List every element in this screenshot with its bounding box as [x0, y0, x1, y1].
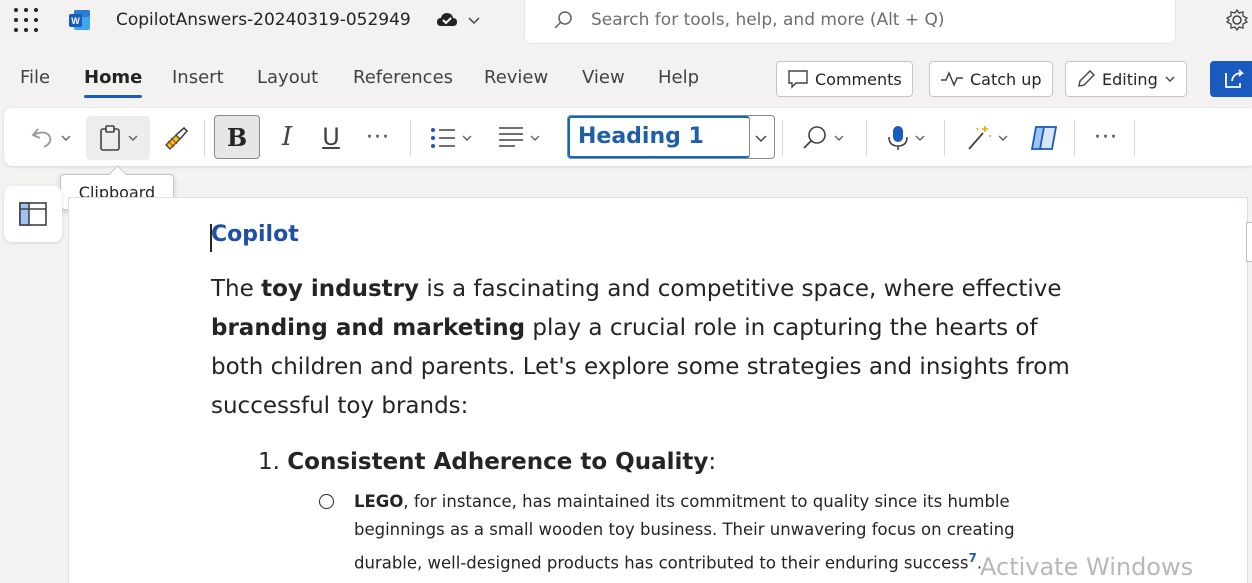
comment-icon: [788, 70, 808, 89]
editing-mode-button[interactable]: Editing: [1065, 61, 1187, 97]
align-left-icon: [499, 127, 523, 147]
style-dropdown[interactable]: Heading 1: [567, 115, 775, 159]
sub-text: , for instance, has maintained its commi…: [354, 492, 1015, 573]
scroll-handle[interactable]: [1246, 222, 1252, 262]
search-icon: [554, 11, 572, 29]
menu-tabs: File Home Insert Layout References Revie…: [0, 58, 760, 102]
citation-link[interactable]: 7: [968, 551, 976, 565]
saved-status-icon[interactable]: [436, 10, 458, 30]
chevron-down-icon: [1165, 76, 1175, 82]
sub-list-item[interactable]: LEGO, for instance, has maintained its c…: [354, 488, 1054, 578]
undo-button[interactable]: [22, 116, 80, 160]
tab-review[interactable]: Review: [484, 58, 548, 98]
tab-file[interactable]: File: [20, 58, 50, 98]
comments-button[interactable]: Comments: [776, 61, 913, 97]
title-bar: W CopilotAnswers-20240319-052949 Search …: [0, 0, 1252, 44]
catch-up-label: Catch up: [970, 69, 1042, 89]
activate-windows-watermark: Activate Windows: [980, 553, 1194, 581]
more-options-button[interactable]: ···: [1088, 115, 1124, 159]
share-icon: [1225, 69, 1245, 88]
navigation-pane-button[interactable]: [4, 186, 62, 242]
document-heading[interactable]: Copilot: [211, 222, 299, 247]
copilot-button[interactable]: [1022, 116, 1068, 160]
para-text: The: [211, 276, 262, 302]
format-painter-button[interactable]: [156, 116, 196, 160]
copilot-icon: [1030, 126, 1058, 150]
svg-text:W: W: [71, 16, 80, 26]
pencil-icon: [1078, 70, 1095, 87]
chevron-down-icon: [128, 135, 138, 141]
clipboard-button[interactable]: [86, 116, 150, 160]
editing-label: Editing: [1102, 69, 1158, 89]
bullets-button[interactable]: [422, 116, 480, 160]
microphone-icon: [888, 126, 908, 150]
para-bold: toy industry: [261, 276, 420, 302]
tab-view[interactable]: View: [582, 58, 625, 98]
para-bold: branding and marketing: [211, 315, 526, 341]
designer-button[interactable]: [956, 116, 1018, 160]
magic-wand-icon: [968, 126, 991, 150]
tab-layout[interactable]: Layout: [257, 58, 318, 98]
catch-up-button[interactable]: Catch up: [929, 61, 1053, 97]
navigation-pane-icon: [19, 202, 47, 226]
list-title: Consistent Adherence to Quality: [287, 449, 709, 475]
italic-button[interactable]: I: [270, 115, 304, 159]
tab-home[interactable]: Home: [84, 58, 143, 98]
text-cursor: [210, 224, 212, 252]
comments-label: Comments: [815, 69, 902, 89]
bulleted-list-icon: [431, 128, 455, 148]
tab-help[interactable]: Help: [658, 58, 699, 98]
gear-icon[interactable]: [1225, 8, 1249, 32]
word-logo-icon: W: [69, 10, 90, 30]
find-button[interactable]: [792, 116, 854, 160]
format-painter-icon: [165, 126, 189, 150]
style-value[interactable]: Heading 1: [568, 116, 750, 158]
intro-paragraph[interactable]: The toy industry is a fascinating and co…: [211, 270, 1091, 426]
chevron-down-icon: [998, 135, 1008, 141]
tab-references[interactable]: References: [353, 58, 453, 98]
activity-icon: [941, 71, 963, 87]
chevron-down-icon: [61, 135, 71, 141]
app-launcher-icon[interactable]: [14, 8, 38, 32]
list-colon: :: [708, 449, 717, 475]
chevron-down-icon: [834, 135, 844, 141]
bold-button[interactable]: B: [214, 115, 260, 159]
chevron-down-icon[interactable]: [466, 12, 482, 28]
search-icon: [803, 126, 826, 149]
more-font-options-button[interactable]: ···: [360, 115, 396, 159]
chevron-down-icon[interactable]: [754, 131, 768, 145]
ribbon-toolbar: B I U ··· Heading 1 ···: [4, 108, 1252, 166]
document-title[interactable]: CopilotAnswers-20240319-052949: [116, 9, 411, 31]
chevron-down-icon: [462, 135, 472, 141]
search-placeholder: Search for tools, help, and more (Alt + …: [591, 10, 945, 30]
sub-bullet: [319, 494, 334, 509]
list-number: 1.: [258, 449, 280, 475]
list-item[interactable]: 1. Consistent Adherence to Quality:: [258, 446, 716, 478]
sub-bold: LEGO: [354, 492, 404, 511]
tab-insert[interactable]: Insert: [172, 58, 224, 98]
dictate-button[interactable]: [878, 116, 934, 160]
para-text: is a fascinating and competitive space, …: [419, 276, 1062, 302]
share-button[interactable]: [1210, 61, 1252, 97]
clipboard-icon: [100, 125, 120, 151]
chevron-down-icon: [530, 135, 540, 141]
search-box[interactable]: Search for tools, help, and more (Alt + …: [524, 0, 1176, 44]
align-button[interactable]: [490, 116, 548, 160]
chevron-down-icon: [915, 135, 925, 141]
undo-icon: [31, 128, 52, 148]
underline-button[interactable]: U: [314, 115, 348, 159]
